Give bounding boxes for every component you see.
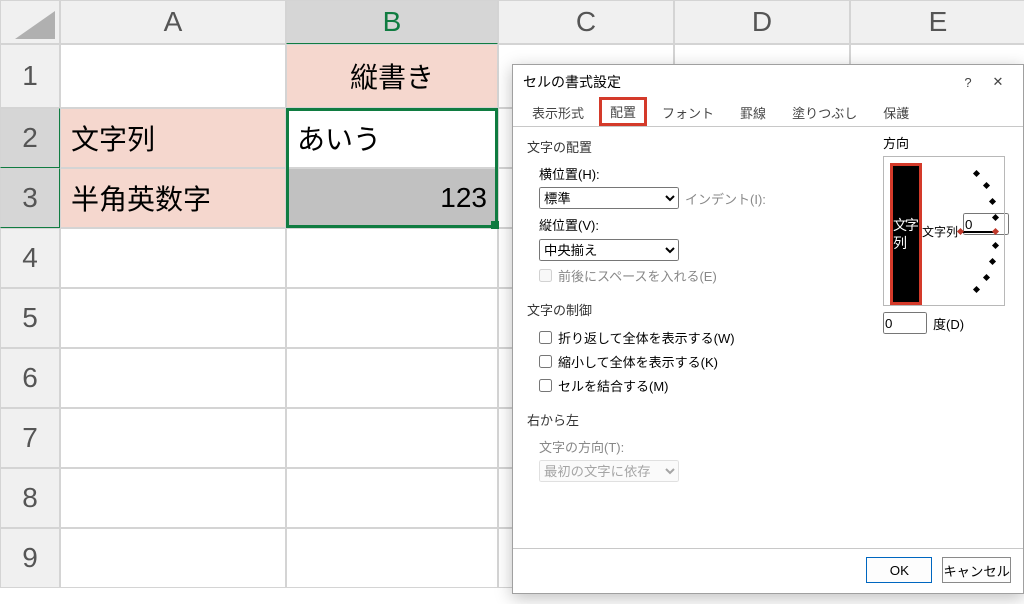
- orientation-degrees-spinner[interactable]: [883, 312, 927, 334]
- tab-alignment[interactable]: 配置: [599, 97, 647, 126]
- row-header-5[interactable]: 5: [0, 288, 60, 348]
- cell-b1[interactable]: 縦書き: [286, 44, 498, 108]
- col-header-e[interactable]: E: [850, 0, 1024, 44]
- row-header-2[interactable]: 2: [0, 108, 60, 168]
- row-header-8[interactable]: 8: [0, 468, 60, 528]
- cell-a9[interactable]: [60, 528, 286, 588]
- orientation-degrees-label: 度(D): [933, 314, 964, 333]
- vert-align-label: 縦位置(V):: [539, 215, 619, 234]
- text-direction-label: 文字の方向(T):: [539, 437, 624, 456]
- cell-b9[interactable]: [286, 528, 498, 588]
- wrap-text-label: 折り返して全体を表示する(W): [558, 328, 735, 347]
- ok-button[interactable]: OK: [866, 557, 932, 583]
- wrap-text-checkbox[interactable]: [539, 331, 552, 344]
- row-header-4[interactable]: 4: [0, 228, 60, 288]
- close-icon[interactable]: ✕: [983, 67, 1013, 97]
- cell-a3[interactable]: 半角英数字: [60, 168, 286, 228]
- orientation-group: 方向 文字列 文字列: [883, 133, 1013, 334]
- row-header-1[interactable]: 1: [0, 44, 60, 108]
- alignment-group-label: 文字の配置: [527, 137, 592, 156]
- merge-cells-label: セルを結合する(M): [558, 376, 669, 395]
- col-header-d[interactable]: D: [674, 0, 850, 44]
- cell-a8[interactable]: [60, 468, 286, 528]
- cell-a7[interactable]: [60, 408, 286, 468]
- row-header-7[interactable]: 7: [0, 408, 60, 468]
- vert-align-select[interactable]: 中央揃え: [539, 239, 679, 261]
- cell-b4[interactable]: [286, 228, 498, 288]
- shrink-fit-label: 縮小して全体を表示する(K): [558, 352, 718, 371]
- text-control-group-label: 文字の制御: [527, 300, 592, 319]
- cell-b5[interactable]: [286, 288, 498, 348]
- indent-label: インデント(I):: [685, 189, 766, 208]
- text-direction-select: 最初の文字に依存: [539, 460, 679, 482]
- justify-distributed-checkbox: [539, 269, 552, 282]
- tab-fill[interactable]: 塗りつぶし: [781, 98, 868, 126]
- row-header-3[interactable]: 3: [0, 168, 60, 228]
- help-icon[interactable]: ?: [953, 67, 983, 97]
- tab-border[interactable]: 罫線: [729, 98, 777, 126]
- orientation-dial[interactable]: 文字列: [920, 165, 998, 299]
- rtl-group: 右から左 文字の方向(T): 最初の文字に依存: [527, 410, 1009, 486]
- dialog-tabs: 表示形式 配置 フォント 罫線 塗りつぶし 保護: [513, 99, 1023, 127]
- cell-b3[interactable]: 123: [286, 168, 498, 228]
- cancel-button[interactable]: キャンセル: [942, 557, 1011, 583]
- tab-protection[interactable]: 保護: [872, 98, 920, 126]
- orientation-group-label: 方向: [883, 136, 909, 151]
- orientation-dial-label: 文字列: [922, 223, 958, 240]
- row-header-6[interactable]: 6: [0, 348, 60, 408]
- cell-b7[interactable]: [286, 408, 498, 468]
- cell-b8[interactable]: [286, 468, 498, 528]
- cell-a6[interactable]: [60, 348, 286, 408]
- dialog-titlebar[interactable]: セルの書式設定 ? ✕: [513, 65, 1023, 99]
- col-header-a[interactable]: A: [60, 0, 286, 44]
- cell-b6[interactable]: [286, 348, 498, 408]
- tab-number[interactable]: 表示形式: [521, 98, 595, 126]
- cell-b2[interactable]: あいう: [286, 108, 498, 168]
- justify-distributed-label: 前後にスペースを入れる(E): [558, 266, 717, 285]
- tab-font[interactable]: フォント: [651, 98, 725, 126]
- col-header-b[interactable]: B: [286, 0, 498, 44]
- cell-a2[interactable]: 文字列: [60, 108, 286, 168]
- cell-a5[interactable]: [60, 288, 286, 348]
- horiz-align-label: 横位置(H):: [539, 164, 619, 183]
- dialog-title: セルの書式設定: [523, 72, 953, 92]
- shrink-fit-checkbox[interactable]: [539, 355, 552, 368]
- merge-cells-checkbox[interactable]: [539, 379, 552, 392]
- rtl-group-label: 右から左: [527, 410, 579, 429]
- cell-a1[interactable]: [60, 44, 286, 108]
- cell-a4[interactable]: [60, 228, 286, 288]
- select-all-corner[interactable]: [0, 0, 60, 44]
- row-header-9[interactable]: 9: [0, 528, 60, 588]
- horiz-align-select[interactable]: 標準: [539, 187, 679, 209]
- vertical-text-button[interactable]: 文字列: [890, 163, 922, 305]
- format-cells-dialog: セルの書式設定 ? ✕ 表示形式 配置 フォント 罫線 塗りつぶし 保護 文字の…: [512, 64, 1024, 594]
- col-header-c[interactable]: C: [498, 0, 674, 44]
